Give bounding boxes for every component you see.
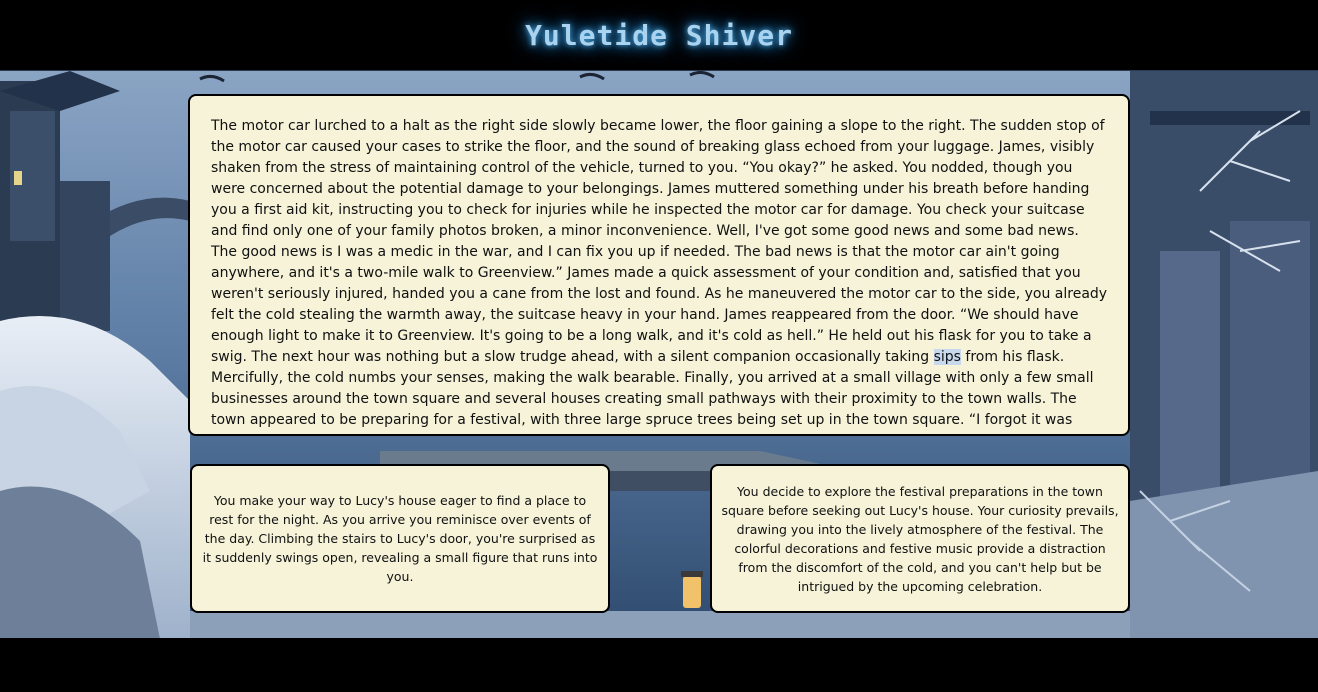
choice-text: You make your way to Lucy's house eager … bbox=[202, 493, 598, 584]
background-scene: The motor car lurched to a halt as the r… bbox=[0, 70, 1318, 640]
title-bar: Yuletide Shiver bbox=[0, 0, 1318, 70]
choice-festival-button[interactable]: You decide to explore the festival prepa… bbox=[710, 464, 1130, 613]
choice-lucys-house-button[interactable]: You make your way to Lucy's house eager … bbox=[190, 464, 610, 613]
story-panel: The motor car lurched to a halt as the r… bbox=[188, 94, 1130, 436]
footer-bar bbox=[0, 638, 1318, 692]
choice-text: You decide to explore the festival prepa… bbox=[721, 483, 1119, 594]
story-text-part-1: The motor car lurched to a halt as the r… bbox=[211, 118, 1108, 365]
story-text: The motor car lurched to a halt as the r… bbox=[211, 116, 1108, 434]
selected-word: sips bbox=[933, 349, 961, 365]
game-title: Yuletide Shiver bbox=[525, 18, 793, 52]
